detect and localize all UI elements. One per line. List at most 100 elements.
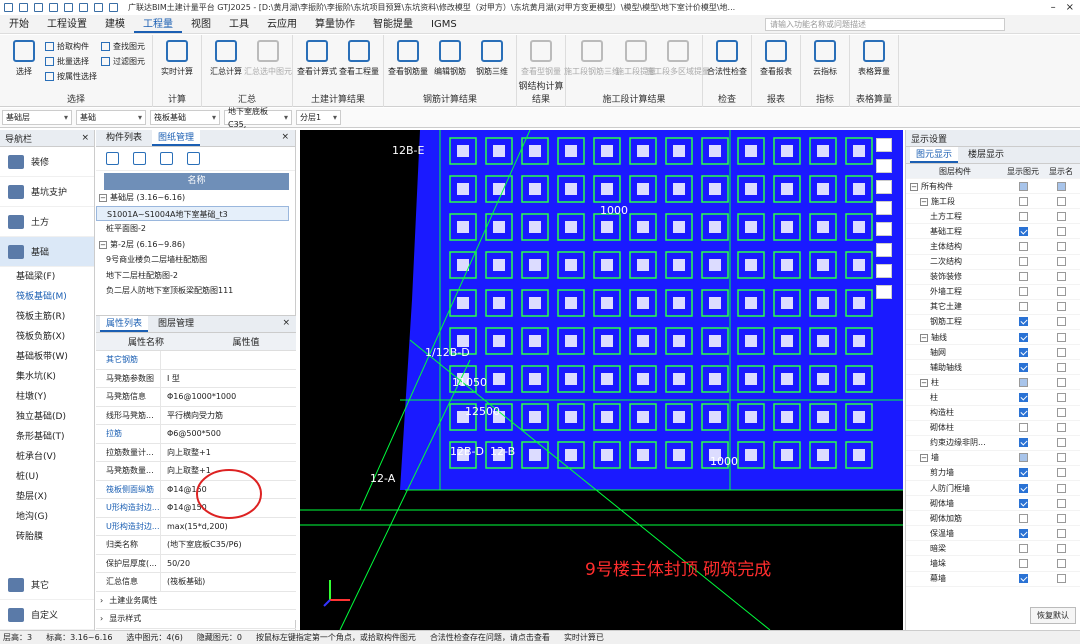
property-row[interactable]: 归类名称 (地下室底板C35/P6) bbox=[96, 536, 296, 555]
drawing-row[interactable]: 地下二层柱配筋图-2 bbox=[96, 268, 289, 284]
ribbon-button-4-1[interactable]: 编辑钢筋 bbox=[429, 37, 471, 93]
tab-element-display[interactable]: 图元显示 bbox=[910, 147, 959, 163]
nav-item-12[interactable]: 地沟(G) bbox=[0, 507, 94, 527]
ribbon-button-4-0[interactable]: 查看钢筋量 bbox=[387, 37, 429, 93]
nav-category-2[interactable]: 土方 bbox=[0, 207, 94, 237]
collapse-icon[interactable]: − bbox=[99, 240, 107, 249]
ribbon-button-0-0[interactable]: 选择 bbox=[3, 37, 45, 93]
collapse-icon[interactable]: − bbox=[910, 182, 918, 191]
ribbon-button-7-0[interactable]: 合法性检查 bbox=[706, 37, 748, 93]
show-checkbox[interactable] bbox=[1056, 558, 1066, 568]
collapse-icon[interactable]: − bbox=[920, 197, 928, 206]
show-checkbox[interactable] bbox=[1018, 408, 1028, 418]
show-checkbox[interactable] bbox=[1056, 211, 1066, 221]
nav-item-8[interactable]: 条形基础(T) bbox=[0, 427, 94, 447]
show-checkbox[interactable] bbox=[1056, 543, 1066, 553]
restore-default-button[interactable]: 恢复默认 bbox=[1030, 607, 1076, 624]
drawing-row[interactable]: 9号商业楼负二层墙柱配筋图 bbox=[96, 252, 289, 268]
property-value[interactable]: I 型 bbox=[160, 369, 296, 387]
show-checkbox[interactable] bbox=[1018, 226, 1028, 236]
panel-icon[interactable] bbox=[94, 3, 103, 12]
nav-item-5[interactable]: 集水坑(K) bbox=[0, 367, 94, 387]
show-checkbox[interactable] bbox=[1056, 287, 1066, 297]
show-checkbox[interactable] bbox=[1018, 377, 1028, 387]
floor-select-0[interactable]: 基础层 ▾ bbox=[2, 110, 72, 125]
delete-icon[interactable] bbox=[187, 152, 200, 165]
property-value[interactable]: 50/20 bbox=[160, 554, 296, 572]
layout-icon[interactable] bbox=[79, 3, 88, 12]
show-checkbox[interactable] bbox=[1018, 181, 1028, 191]
notes-icon[interactable] bbox=[876, 285, 892, 299]
show-checkbox[interactable] bbox=[1056, 513, 1066, 523]
nav-item-1[interactable]: 筏板基础(M) bbox=[0, 287, 94, 307]
close-icon[interactable]: × bbox=[281, 132, 289, 142]
menu-0[interactable]: 开始 bbox=[0, 15, 38, 33]
split-drawing-icon[interactable] bbox=[133, 152, 146, 165]
small-button-0-2[interactable]: 按属性选择 bbox=[45, 71, 97, 82]
menu-8[interactable]: 智能提量 bbox=[364, 15, 422, 33]
show-checkbox[interactable] bbox=[1018, 302, 1028, 312]
nav-bottom-1[interactable]: 自定义 bbox=[0, 600, 94, 630]
window-zoom-icon[interactable] bbox=[876, 243, 892, 257]
drawing-row[interactable]: 桩平面图-2 bbox=[96, 221, 289, 237]
show-checkbox[interactable] bbox=[1018, 453, 1028, 463]
show-checkbox[interactable] bbox=[1056, 483, 1066, 493]
property-value[interactable] bbox=[160, 351, 296, 369]
small-button-0-0[interactable]: 拾取构件 bbox=[45, 41, 97, 52]
ribbon-button-6-2[interactable]: 施工段多区域提量 bbox=[646, 37, 710, 93]
collapse-icon[interactable]: − bbox=[920, 333, 928, 342]
show-checkbox[interactable] bbox=[1018, 558, 1028, 568]
floor-select-4[interactable]: 分层1 ▾ bbox=[296, 110, 341, 125]
ribbon-button-3-1[interactable]: 查看工程量 bbox=[338, 37, 380, 93]
small-button-1-0[interactable]: 查找图元 bbox=[101, 41, 145, 52]
show-checkbox[interactable] bbox=[1018, 392, 1028, 402]
show-checkbox[interactable] bbox=[1056, 377, 1066, 387]
ribbon-button-10-0[interactable]: 表格算量 bbox=[853, 37, 895, 93]
menu-1[interactable]: 工程设置 bbox=[38, 15, 96, 33]
nav-item-13[interactable]: 砖胎膜 bbox=[0, 527, 94, 547]
nav-item-4[interactable]: 基础板带(W) bbox=[0, 347, 94, 367]
show-checkbox[interactable] bbox=[1018, 362, 1028, 372]
property-row[interactable]: 线形马凳筋... 平行横向受力筋 bbox=[96, 406, 296, 425]
property-value[interactable]: Φ6@500*500 bbox=[160, 425, 296, 443]
show-checkbox[interactable] bbox=[1056, 528, 1066, 538]
tab-drawing-management[interactable]: 图纸管理 bbox=[152, 130, 201, 146]
ribbon-button-2-0[interactable]: 汇总计算 bbox=[205, 37, 247, 93]
status-item-5[interactable]: 合法性检查存在问题，请点击查看 bbox=[430, 632, 550, 643]
tab-layer-management[interactable]: 图层管理 bbox=[152, 316, 200, 332]
small-button-1-1[interactable]: 过滤图元 bbox=[101, 56, 145, 67]
property-row[interactable]: 汇总信息 (筏板基础) bbox=[96, 573, 296, 592]
drawing-row[interactable]: 负二层人防地下室顶板梁配筋图111 bbox=[96, 283, 289, 299]
show-checkbox[interactable] bbox=[1056, 302, 1066, 312]
nav-item-6[interactable]: 柱墩(Y) bbox=[0, 387, 94, 407]
show-checkbox[interactable] bbox=[1056, 317, 1066, 327]
redo-icon[interactable] bbox=[49, 3, 58, 12]
property-group[interactable]: › 显示样式 bbox=[96, 610, 296, 629]
show-checkbox[interactable] bbox=[1056, 362, 1066, 372]
ribbon-button-9-0[interactable]: 云指标 bbox=[804, 37, 846, 93]
fit-view-icon[interactable] bbox=[876, 222, 892, 236]
show-checkbox[interactable] bbox=[1018, 468, 1028, 478]
property-row[interactable]: 拉筋数量计... 向上取整+1 bbox=[96, 443, 296, 462]
show-checkbox[interactable] bbox=[1018, 317, 1028, 327]
grid-icon[interactable] bbox=[64, 3, 73, 12]
ribbon-button-8-0[interactable]: 查看报表 bbox=[755, 37, 797, 93]
property-group[interactable]: › 土建业务属性 bbox=[96, 592, 296, 610]
nav-item-11[interactable]: 垫层(X) bbox=[0, 487, 94, 507]
ribbon-button-3-0[interactable]: 查看计算式 bbox=[296, 37, 338, 93]
menu-9[interactable]: IGMS bbox=[422, 19, 466, 33]
add-drawing-icon[interactable] bbox=[106, 152, 119, 165]
save-icon[interactable] bbox=[19, 3, 28, 12]
menu-7[interactable]: 算量协作 bbox=[306, 15, 364, 33]
cad-canvas[interactable]: 12B-E 1/12B-D 12B-D 12-A 12-B 1000 1000 11050 12… bbox=[300, 130, 903, 630]
close-icon[interactable]: × bbox=[81, 133, 89, 143]
top-view-icon[interactable] bbox=[876, 159, 892, 173]
show-checkbox[interactable] bbox=[1056, 242, 1066, 252]
nav-item-10[interactable]: 桩(U) bbox=[0, 467, 94, 487]
menu-2[interactable]: 建模 bbox=[96, 15, 134, 33]
property-value[interactable]: (筏板基础) bbox=[160, 573, 296, 591]
export-icon[interactable] bbox=[109, 3, 118, 12]
show-checkbox[interactable] bbox=[1056, 423, 1066, 433]
show-checkbox[interactable] bbox=[1056, 408, 1066, 418]
show-checkbox[interactable] bbox=[1018, 287, 1028, 297]
